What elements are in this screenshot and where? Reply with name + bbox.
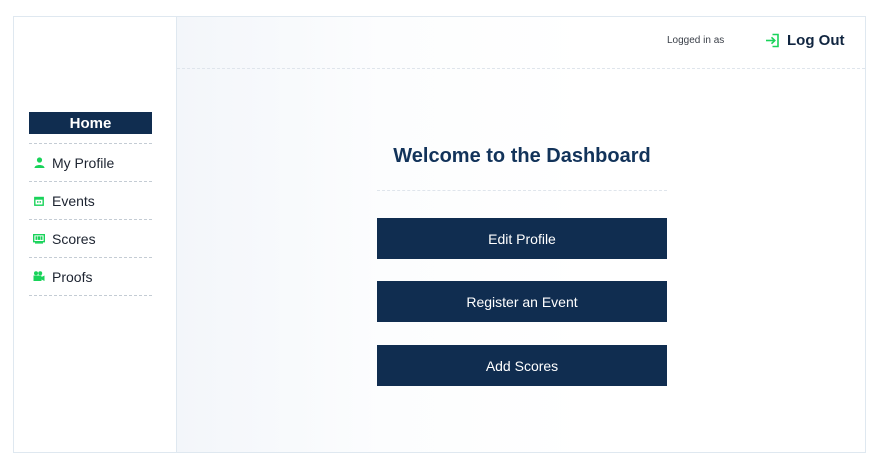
logged-in-label: Logged in as	[667, 35, 725, 46]
user-icon	[32, 156, 46, 170]
sidebar-item-label: Scores	[52, 230, 96, 247]
sidebar-item-label: Proofs	[52, 268, 93, 285]
top-bar: Logged in as Log Out	[177, 17, 865, 69]
sidebar-item-home[interactable]: Home	[29, 112, 152, 134]
calendar-icon	[32, 194, 46, 208]
logout-label: Log Out	[787, 32, 845, 49]
sidebar-item-label: Events	[52, 192, 95, 209]
sidebar-item-proofs[interactable]: Proofs	[29, 258, 152, 296]
sidebar-item-scores[interactable]: Scores	[29, 220, 152, 258]
edit-profile-button[interactable]: Edit Profile	[377, 218, 667, 259]
main-content: Logged in as Log Out Welcome to the Dash…	[177, 17, 865, 452]
scoreboard-icon	[32, 232, 46, 246]
title-divider	[377, 190, 667, 191]
logout-button[interactable]: Log Out	[765, 32, 844, 49]
add-scores-button[interactable]: Add Scores	[377, 345, 667, 386]
app-frame: Home My Profile Events Scores Proofs Log…	[13, 16, 866, 453]
sidebar-item-events[interactable]: Events	[29, 182, 152, 220]
login-arrow-icon	[765, 33, 780, 48]
sidebar-item-label: My Profile	[52, 154, 115, 171]
page-title: Welcome to the Dashboard	[393, 145, 651, 167]
sidebar: Home My Profile Events Scores Proofs	[14, 17, 177, 452]
register-event-button[interactable]: Register an Event	[377, 281, 667, 322]
sidebar-home-label: Home	[69, 114, 112, 132]
video-camera-icon	[32, 270, 46, 284]
sidebar-item-my-profile[interactable]: My Profile	[29, 143, 152, 182]
sidebar-nav: My Profile Events Scores Proofs	[29, 143, 152, 296]
